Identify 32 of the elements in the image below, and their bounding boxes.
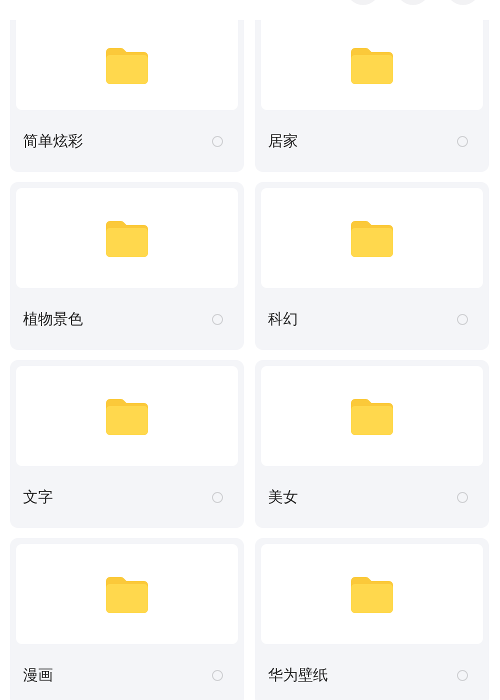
folder-icon [106, 221, 148, 257]
folder-name: 居家 [268, 132, 298, 150]
select-radio[interactable] [212, 136, 223, 146]
select-radio[interactable] [212, 670, 223, 680]
folder-icon [351, 48, 393, 84]
folder-name: 华为壁纸 [268, 666, 328, 684]
select-radio[interactable] [212, 492, 223, 502]
folder-card[interactable]: 科幻 [255, 182, 489, 350]
folder-card[interactable]: 简单炫彩 [10, 20, 244, 172]
folder-name: 美女 [268, 488, 298, 506]
select-radio[interactable] [212, 314, 223, 324]
folder-name: 植物景色 [23, 310, 83, 328]
folder-icon [106, 399, 148, 435]
folder-icon [351, 399, 393, 435]
folder-card[interactable]: 华为壁纸 [255, 538, 489, 700]
folder-icon [106, 577, 148, 613]
folder-name: 简单炫彩 [23, 132, 83, 150]
folder-name: 文字 [23, 488, 53, 506]
folder-icon [106, 48, 148, 84]
select-radio[interactable] [457, 314, 468, 324]
folder-name: 科幻 [268, 310, 298, 328]
select-radio[interactable] [457, 136, 468, 146]
folder-card[interactable]: 文字 [10, 360, 244, 528]
folder-icon [351, 221, 393, 257]
folder-name: 漫画 [23, 666, 53, 684]
folder-icon [351, 577, 393, 613]
folder-card[interactable]: 美女 [255, 360, 489, 528]
select-radio[interactable] [457, 492, 468, 502]
folder-card[interactable]: 植物景色 [10, 182, 244, 350]
folder-card[interactable]: 居家 [255, 20, 489, 172]
select-radio[interactable] [457, 670, 468, 680]
folder-card[interactable]: 漫画 [10, 538, 244, 700]
